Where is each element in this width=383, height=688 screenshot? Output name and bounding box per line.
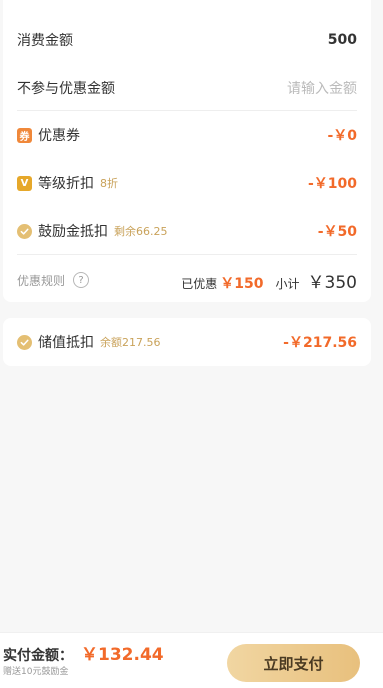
coupon-label: 优惠券 — [38, 128, 80, 144]
reward-remaining: 剩余66.25 — [114, 225, 168, 238]
payment-summary-card: 消费金额 500 不参与优惠金额 请输入金额 券 优惠券 -￥0 V 等级折扣 … — [3, 0, 371, 302]
pay-now-button[interactable]: 立即支付 — [227, 644, 360, 682]
pay-total: 实付金额： ￥132.44 — [3, 640, 164, 665]
level-discount-row: V 等级折扣 8折 -￥100 — [17, 171, 357, 195]
exempt-amount-label: 不参与优惠金额 — [17, 81, 115, 97]
exempt-amount-row: 不参与优惠金额 请输入金额 — [17, 76, 357, 100]
wallet-deduction-amount: -￥217.56 — [283, 335, 357, 351]
reward-deduction-label: 鼓励金抵扣 — [38, 224, 108, 240]
spend-amount-label: 消费金额 — [17, 33, 73, 49]
subtotal-amount: ￥350 — [307, 272, 357, 293]
spend-amount-row: 消费金额 500 — [17, 28, 357, 52]
divider — [17, 110, 357, 111]
help-icon[interactable]: ? — [73, 272, 90, 288]
wallet-balance: 余额217.56 — [100, 336, 161, 349]
coupon-row[interactable]: 券 优惠券 -￥0 — [17, 123, 357, 147]
coupon-amount: -￥0 — [327, 128, 357, 144]
checkbox-checked-icon[interactable] — [17, 223, 32, 239]
level-discount-amount: -￥100 — [307, 176, 357, 192]
reward-deduction-row[interactable]: 鼓励金抵扣 剩余66.25 -￥50 — [17, 219, 357, 243]
pay-total-label: 实付金额： — [3, 648, 73, 664]
discount-rules-link[interactable]: 优惠规则 — [17, 272, 65, 289]
discount-total-amount: ￥150 — [220, 275, 264, 292]
checkbox-checked-icon[interactable] — [17, 334, 32, 350]
wallet-deduction-row[interactable]: 储值抵扣 余额217.56 -￥217.56 — [17, 330, 357, 354]
divider — [17, 254, 357, 255]
reward-deduction-amount: -￥50 — [317, 224, 357, 240]
subtotal-label: 小计 — [275, 276, 300, 291]
wallet-deduction-label: 储值抵扣 — [38, 335, 94, 351]
vip-icon: V — [17, 175, 32, 191]
payment-footer: 实付金额： ￥132.44 赠送10元鼓励金 立即支付 — [0, 632, 383, 688]
coupon-icon: 券 — [17, 127, 32, 143]
discount-total-label: 已优惠 — [181, 276, 218, 291]
exempt-amount-input[interactable]: 请输入金额 — [287, 78, 357, 98]
rules-subtotal-row: 优惠规则 ? 已优惠 ￥150 小计 ￥350 — [17, 268, 357, 293]
level-discount-label: 等级折扣 — [38, 176, 94, 192]
wallet-card: 储值抵扣 余额217.56 -￥217.56 — [3, 318, 371, 366]
spend-amount-value: 500 — [327, 32, 357, 48]
pay-total-amount: ￥132.44 — [81, 645, 164, 665]
gift-note: 赠送10元鼓励金 — [3, 667, 69, 677]
level-discount-rate: 8折 — [100, 177, 118, 190]
